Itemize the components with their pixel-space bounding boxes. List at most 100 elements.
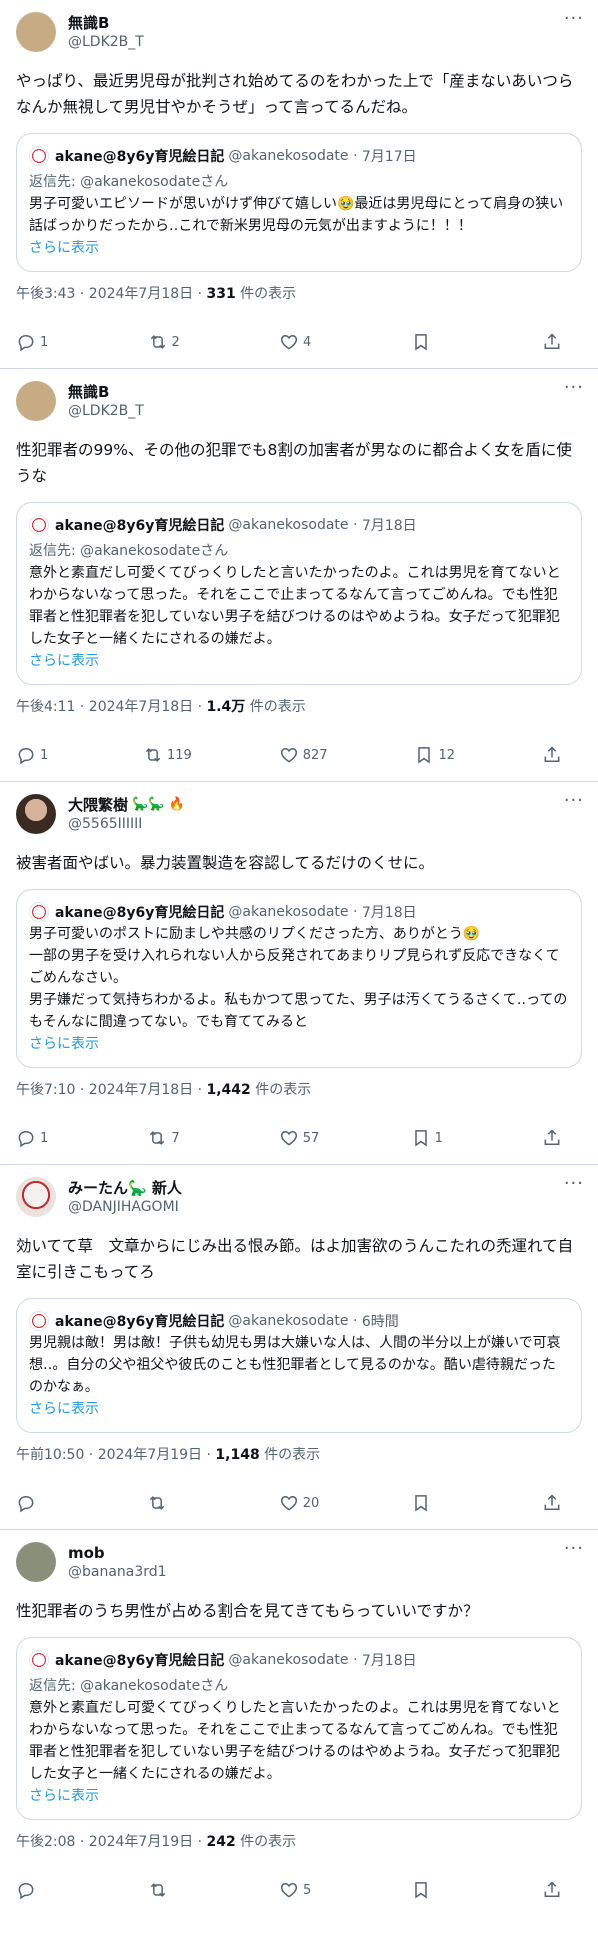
user-handle[interactable]: @5565IIIIII [68,815,185,833]
tweet[interactable]: 無識B @LDK2B_T ··· 性犯罪者の99%、その他の犯罪でも8割の加害者… [0,369,598,782]
user-handle[interactable]: @DANJIHAGOMI [68,1198,182,1216]
bookmark-icon [414,334,427,351]
quoted-avatar [29,146,49,166]
avatar[interactable] [16,1177,56,1217]
tweet-text: やっぱり、最近男児母が批判され始めてるのをわかった上で「産まないあいつらなんか無… [16,72,574,116]
share-button[interactable] [542,1493,582,1513]
view-count-label: 件の表示 [250,1082,312,1098]
tweet[interactable]: みーたん🦕 新人 @DANJIHAGOMI ··· 効いてて草 文章からにじみ出… [0,1165,598,1530]
quoted-dot: · [348,517,362,533]
share-button[interactable] [542,1128,582,1148]
display-name[interactable]: 無識B [68,382,144,402]
tweet-meta: 午後3:43 · 2024年7月18日 · 331 件の表示 [16,284,582,304]
more-icon[interactable]: ··· [564,1540,584,1558]
avatar[interactable] [16,12,56,52]
user-handle[interactable]: @LDK2B_T [68,402,144,420]
like-button[interactable]: 20 [279,1493,319,1513]
bookmark-button[interactable]: 12 [414,745,455,765]
bookmark-button[interactable] [411,1880,451,1900]
display-name[interactable]: みーたん🦕 新人 [68,1178,182,1198]
like-count: 827 [302,747,328,763]
reply-button[interactable]: 1 [16,1128,56,1148]
quoted-tweet[interactable]: akane@8y6y育児絵日記 @akanekosodate · 7月18日 返… [16,1637,582,1820]
like-button[interactable]: 4 [279,332,319,352]
like-icon [280,747,297,763]
timestamp[interactable]: 午後3:43 · 2024年7月18日 · [16,286,207,302]
retweet-count: 2 [171,334,180,350]
retweet-button[interactable]: 2 [148,332,188,352]
timestamp[interactable]: 午前10:50 · 2024年7月19日 · [16,1447,215,1463]
avatar[interactable] [16,381,56,421]
timestamp[interactable]: 午後7:10 · 2024年7月18日 · [16,1082,207,1098]
like-button[interactable]: 57 [279,1128,319,1148]
tweet-text: 性犯罪者の99%、その他の犯罪でも8割の加害者が男なのに都合よく女を盾に使うな [16,441,572,485]
retweet-button[interactable] [148,1880,188,1900]
tweet-meta: 午後7:10 · 2024年7月18日 · 1,442 件の表示 [16,1080,582,1100]
bookmark-count: 12 [438,747,456,763]
reply-button[interactable]: 1 [16,745,56,765]
tweet-header: みーたん🦕 新人 @DANJIHAGOMI [16,1177,582,1225]
quoted-avatar [29,1311,49,1331]
quoted-display-name: akane@8y6y育児絵日記 [55,905,225,921]
tweet[interactable]: mob @banana3rd1 ··· 性犯罪者のうち男性が占める割合を見てきて… [0,1530,598,1916]
bookmark-icon [414,1130,427,1147]
user-handle[interactable]: @banana3rd1 [68,1563,167,1581]
share-button[interactable] [542,1880,582,1900]
more-icon[interactable]: ··· [564,1175,584,1193]
show-more-link[interactable]: さらに表示 [29,237,569,259]
view-count: 331 [206,286,236,302]
reply-button[interactable] [16,1493,56,1513]
share-button[interactable] [542,745,582,765]
display-name[interactable]: 無識B [68,13,144,33]
retweet-icon [150,1496,165,1510]
retweet-icon [150,1131,165,1145]
tweet-header: mob @banana3rd1 [16,1542,582,1590]
quoted-tweet-header: akane@8y6y育児絵日記 @akanekosodate · 6時間 [29,1310,569,1332]
timestamp[interactable]: 午後4:11 · 2024年7月18日 · [16,699,207,715]
bookmark-button[interactable]: 1 [411,1128,451,1148]
quoted-handle: @akanekosodate [228,904,349,920]
show-more-link[interactable]: さらに表示 [29,1785,569,1807]
like-icon [280,1495,297,1511]
like-button[interactable]: 5 [279,1880,319,1900]
share-button[interactable] [542,332,582,352]
display-name[interactable]: 大隈繁樹 🦕🦕 🔥 [68,795,185,815]
quoted-tweet[interactable]: akane@8y6y育児絵日記 @akanekosodate · 7月18日 返… [16,502,582,685]
display-name[interactable]: mob [68,1543,167,1563]
quoted-tweet[interactable]: akane@8y6y育児絵日記 @akanekosodate · 7月17日 返… [16,133,582,272]
reply-button[interactable] [16,1880,56,1900]
like-button[interactable]: 827 [279,745,328,765]
retweet-button[interactable]: 7 [147,1128,187,1148]
bookmark-icon [414,1495,427,1512]
quoted-text: 男児親は敵！男は敵！子供も幼児も男は大嫌いな人は、人間の半分以上が嫌いで可哀想‥… [29,1335,561,1395]
more-icon[interactable]: ··· [564,10,584,28]
bookmark-button[interactable] [411,1493,451,1513]
quoted-dot: · [348,1652,362,1668]
avatar[interactable] [16,1542,56,1582]
bookmark-button[interactable] [411,332,451,352]
like-icon [280,1882,298,1898]
avatar[interactable] [16,794,56,834]
reply-button[interactable]: 1 [16,332,56,352]
show-more-link[interactable]: さらに表示 [29,1033,569,1055]
quoted-tweet[interactable]: akane@8y6y育児絵日記 @akanekosodate · 7月18日 男… [16,889,582,1068]
tweet[interactable]: 大隈繁樹 🦕🦕 🔥 @5565IIIIII ··· 被害者面やばい。暴力装置製造… [0,782,598,1165]
author-names: 無識B @LDK2B_T [68,12,144,51]
author-names: みーたん🦕 新人 @DANJIHAGOMI [68,1177,182,1216]
timestamp[interactable]: 午後2:08 · 2024年7月19日 · [16,1834,207,1850]
author-names: 無識B @LDK2B_T [68,381,144,420]
tweet[interactable]: 無識B @LDK2B_T ··· やっぱり、最近男児母が批判され始めてるのをわか… [0,0,598,369]
show-more-link[interactable]: さらに表示 [29,1398,569,1420]
quoted-date: 7月18日 [361,518,417,534]
retweet-button[interactable] [147,1493,187,1513]
quoted-tweet[interactable]: akane@8y6y育児絵日記 @akanekosodate · 6時間 男児親… [16,1298,582,1433]
action-bar: 5 [16,1864,582,1916]
show-more-link[interactable]: さらに表示 [29,650,569,672]
quoted-display-name: akane@8y6y育児絵日記 [55,149,225,165]
quoted-tweet-header: akane@8y6y育児絵日記 @akanekosodate · 7月18日 [29,514,569,536]
more-icon[interactable]: ··· [564,379,584,397]
retweet-button[interactable]: 119 [143,745,192,765]
quoted-text: 男子可愛いエピソードが思いがけず伸びて嬉しい🥹最近は男児母にとって肩身の狭い話ば… [29,196,564,234]
user-handle[interactable]: @LDK2B_T [68,33,144,51]
more-icon[interactable]: ··· [564,792,584,810]
